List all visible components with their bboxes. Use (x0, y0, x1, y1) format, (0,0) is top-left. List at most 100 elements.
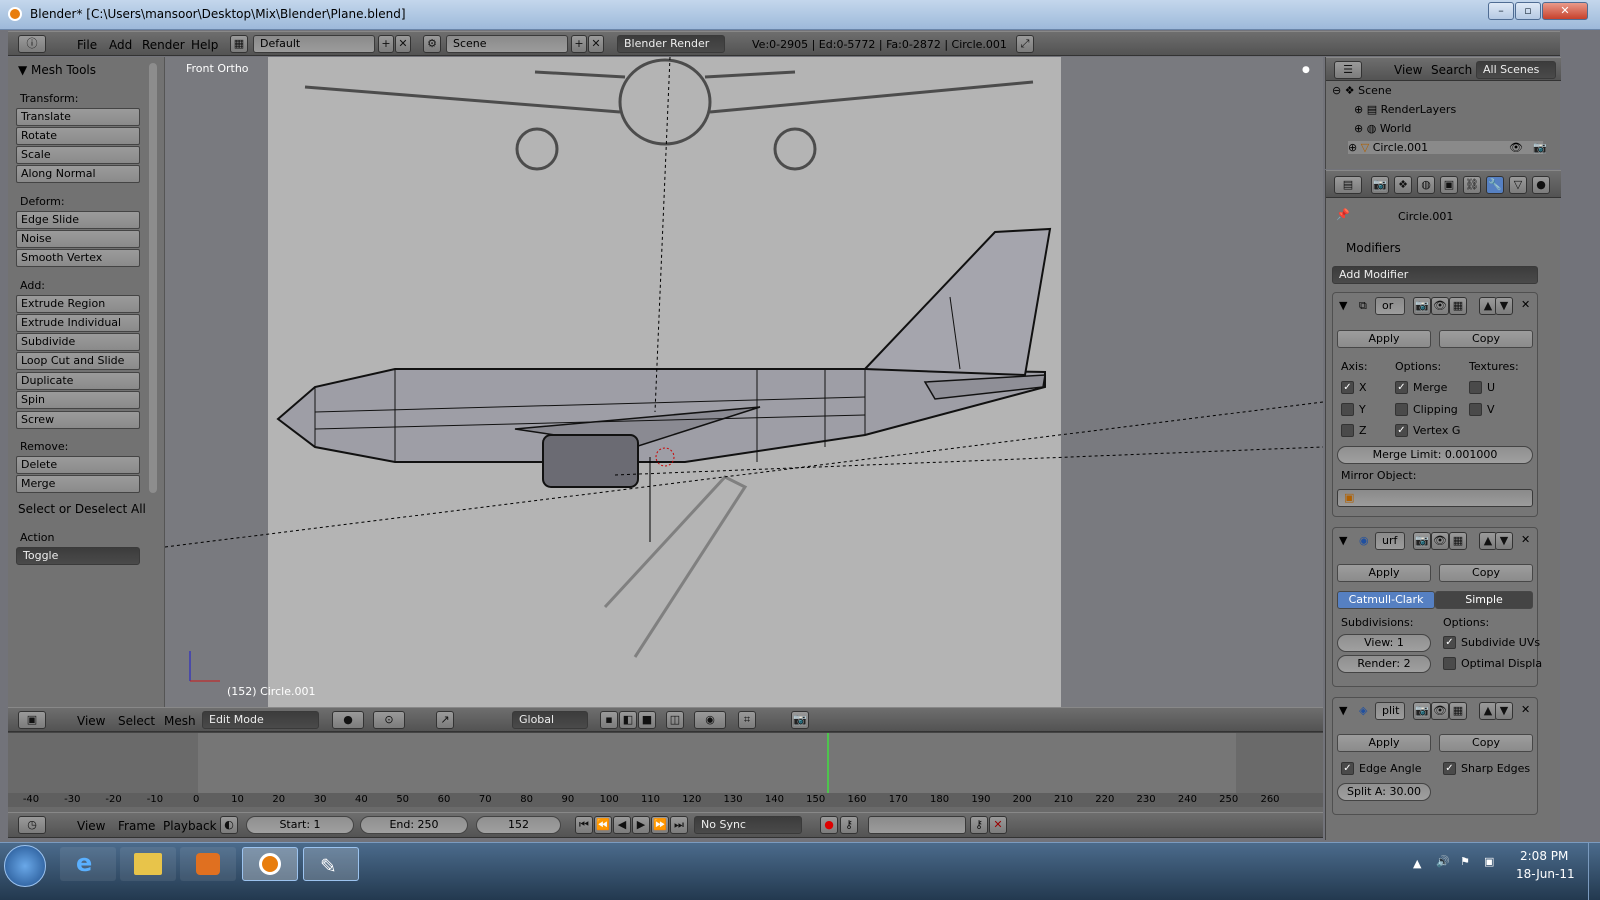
menu-search[interactable]: Search (1431, 63, 1472, 77)
menu-view[interactable]: View (1394, 63, 1422, 77)
collapse-icon[interactable]: ▼ (1339, 534, 1347, 547)
start-frame-field[interactable]: Start: 1 (246, 816, 354, 834)
data-tab-icon[interactable]: ▽ (1509, 176, 1527, 194)
show-render-icon[interactable]: 📷 (1413, 532, 1431, 550)
file-explorer-icon[interactable] (120, 847, 176, 881)
show-editmode-icon[interactable]: ▦ (1449, 702, 1467, 720)
jump-start-icon[interactable]: ⏮ (575, 816, 593, 834)
network-icon[interactable]: ▣ (1484, 855, 1494, 868)
current-frame-field[interactable]: 152 (476, 816, 561, 834)
collapse-icon[interactable]: ▼ (1339, 704, 1347, 717)
apply-button[interactable]: Apply (1337, 330, 1431, 348)
menu-playback[interactable]: Playback (163, 819, 217, 833)
vertex-groups-checkbox[interactable]: ✓ (1395, 424, 1408, 437)
split-angle-field[interactable]: Split A: 30.00 (1337, 783, 1431, 801)
apply-button[interactable]: Apply (1337, 564, 1431, 582)
add-layout-icon[interactable]: + (378, 35, 394, 53)
play-reverse-icon[interactable]: ◀ (613, 816, 631, 834)
axis-y-checkbox[interactable] (1341, 403, 1354, 416)
menu-view[interactable]: View (77, 714, 105, 728)
subdivide-button[interactable]: Subdivide (16, 333, 140, 351)
optimal-display-checkbox[interactable] (1443, 657, 1456, 670)
scale-button[interactable]: Scale (16, 146, 140, 164)
preview-range-icon[interactable]: ◐ (220, 816, 238, 834)
operator-panel-title[interactable]: Select or Deselect All (18, 502, 146, 516)
add-modifier-select[interactable]: Add Modifier (1332, 266, 1538, 284)
simple-toggle[interactable]: Simple (1435, 591, 1533, 609)
blender-taskbar-icon[interactable] (242, 847, 298, 881)
show-viewport-icon[interactable]: 👁 (1431, 532, 1449, 550)
next-keyframe-icon[interactable]: ⏩ (651, 816, 669, 834)
collapse-icon[interactable]: ▼ (1339, 299, 1347, 312)
render-engine-select[interactable]: Blender Render (617, 35, 725, 53)
outliner-item-scene[interactable]: ⊖ ❖ Scene (1332, 84, 1392, 97)
screen-layout-field[interactable]: Default (253, 35, 375, 53)
clock-date[interactable]: 18-Jun-11 (1516, 867, 1575, 881)
smooth-vertex-button[interactable]: Smooth Vertex (16, 249, 140, 267)
record-icon[interactable]: ● (820, 816, 838, 834)
manipulator-icon[interactable]: ↗ (436, 711, 454, 729)
render-tab-icon[interactable]: 📷 (1371, 176, 1389, 194)
outliner-item-world[interactable]: ⊕ ◍ World (1354, 122, 1411, 135)
remove-layout-icon[interactable]: ✕ (395, 35, 411, 53)
show-desktop-button[interactable] (1588, 843, 1600, 900)
show-editmode-icon[interactable]: ▦ (1449, 532, 1467, 550)
viewport-shading-icon[interactable]: ● (332, 711, 364, 729)
tool-shelf-scrollbar[interactable] (149, 63, 157, 493)
remove-modifier-icon[interactable]: ✕ (1521, 533, 1530, 546)
show-render-icon[interactable]: 📷 (1413, 702, 1431, 720)
orientation-select[interactable]: Global (512, 711, 588, 729)
scene-filter-select[interactable]: All Scenes (1476, 61, 1556, 79)
fullscreen-icon[interactable]: ⤢ (1016, 35, 1034, 53)
delete-button[interactable]: Delete (16, 456, 140, 474)
screw-button[interactable]: Screw (16, 411, 140, 429)
minimize-button[interactable]: – (1488, 2, 1514, 20)
timeline-editor[interactable]: -40 -30 -20 -10 0 10 20 30 40 50 60 70 80 90 100 110 120… (8, 732, 1323, 812)
keying-set-field[interactable] (868, 816, 966, 834)
along-normal-button[interactable]: Along Normal (16, 165, 140, 183)
copy-button[interactable]: Copy (1439, 734, 1533, 752)
edge-select-icon[interactable]: ◧ (619, 711, 637, 729)
play-icon[interactable]: ▶ (632, 816, 650, 834)
modifier-name-field[interactable]: or (1375, 297, 1405, 315)
keying-set-icon[interactable]: ⚷ (840, 816, 858, 834)
outliner-item-renderlayers[interactable]: ⊕ ▤ RenderLayers (1354, 103, 1456, 116)
extrude-region-button[interactable]: Extrude Region (16, 295, 140, 313)
face-select-icon[interactable]: ■ (638, 711, 656, 729)
editor-type-icon[interactable]: ⓘ (18, 35, 46, 53)
translate-button[interactable]: Translate (16, 108, 140, 126)
insert-keyframe-icon[interactable]: ⚷ (970, 816, 988, 834)
merge-limit-field[interactable]: Merge Limit: 0.001000 (1337, 446, 1533, 464)
proportional-edit-icon[interactable]: ◉ (694, 711, 726, 729)
noise-button[interactable]: Noise (16, 230, 140, 248)
remove-modifier-icon[interactable]: ✕ (1521, 703, 1530, 716)
show-viewport-icon[interactable]: 👁 (1431, 297, 1449, 315)
merge-button[interactable]: Merge (16, 475, 140, 493)
paint-icon[interactable]: ✎ (303, 847, 359, 881)
sharp-edges-checkbox[interactable]: ✓ (1443, 762, 1456, 775)
jump-end-icon[interactable]: ⏭ (670, 816, 688, 834)
show-editmode-icon[interactable]: ▦ (1449, 297, 1467, 315)
edge-angle-checkbox[interactable]: ✓ (1341, 762, 1354, 775)
remove-scene-icon[interactable]: ✕ (588, 35, 604, 53)
menu-file[interactable]: File (77, 38, 97, 52)
modifiers-tab-icon[interactable]: 🔧 (1486, 176, 1504, 194)
loop-cut-button[interactable]: Loop Cut and Slide (16, 352, 140, 370)
texture-u-checkbox[interactable] (1469, 381, 1482, 394)
delete-keyframe-icon[interactable]: ✕ (989, 816, 1007, 834)
duplicate-button[interactable]: Duplicate (16, 372, 140, 390)
spin-button[interactable]: Spin (16, 391, 140, 409)
copy-button[interactable]: Copy (1439, 564, 1533, 582)
prev-keyframe-icon[interactable]: ⏪ (594, 816, 612, 834)
volume-icon[interactable]: 🔊 (1436, 855, 1450, 868)
axis-x-checkbox[interactable]: ✓ (1341, 381, 1354, 394)
tray-expand-icon[interactable]: ▲ (1413, 857, 1421, 870)
menu-help[interactable]: Help (191, 38, 218, 52)
start-button[interactable] (4, 845, 46, 887)
show-viewport-icon[interactable]: 👁 (1431, 702, 1449, 720)
mesh-tools-title[interactable]: ▼ Mesh Tools (18, 63, 96, 77)
editor-type-icon[interactable]: ☰ (1334, 61, 1362, 79)
end-frame-field[interactable]: End: 250 (360, 816, 468, 834)
snap-icon[interactable]: ⌗ (738, 711, 756, 729)
modifier-name-field[interactable]: plit (1375, 702, 1405, 720)
